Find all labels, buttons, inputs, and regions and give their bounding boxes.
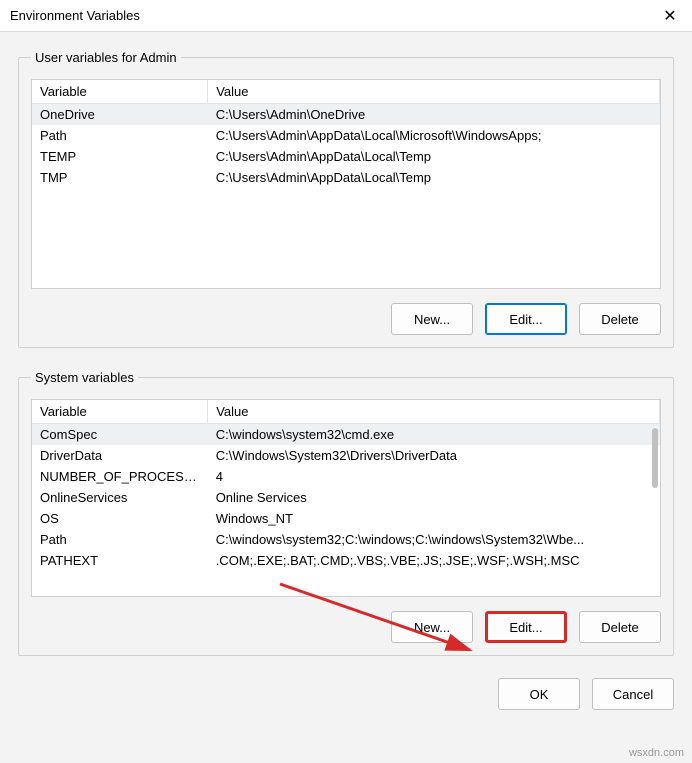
- cell-variable: Path: [32, 529, 208, 550]
- cell-value: C:\Users\Admin\AppData\Local\Microsoft\W…: [208, 125, 660, 146]
- table-row[interactable]: PATHEXT.COM;.EXE;.BAT;.CMD;.VBS;.VBE;.JS…: [32, 550, 660, 571]
- col-header-value[interactable]: Value: [208, 80, 660, 104]
- system-variables-legend: System variables: [31, 370, 138, 385]
- table-row[interactable]: PathC:\Users\Admin\AppData\Local\Microso…: [32, 125, 660, 146]
- scrollbar-thumb[interactable]: [652, 428, 658, 488]
- cell-value: C:\Users\Admin\OneDrive: [208, 104, 660, 126]
- user-new-button[interactable]: New...: [391, 303, 473, 335]
- system-variables-table-wrap: Variable Value ComSpecC:\windows\system3…: [31, 399, 661, 597]
- table-row[interactable]: TMPC:\Users\Admin\AppData\Local\Temp: [32, 167, 660, 188]
- cell-variable: OnlineServices: [32, 487, 208, 508]
- table-row[interactable]: TEMPC:\Users\Admin\AppData\Local\Temp: [32, 146, 660, 167]
- user-edit-button[interactable]: Edit...: [485, 303, 567, 335]
- cell-value: C:\windows\system32\cmd.exe: [208, 424, 660, 446]
- cell-variable: Path: [32, 125, 208, 146]
- system-variables-table[interactable]: Variable Value ComSpecC:\windows\system3…: [32, 400, 660, 571]
- cell-value: 4: [208, 466, 660, 487]
- table-row[interactable]: OSWindows_NT: [32, 508, 660, 529]
- system-new-button[interactable]: New...: [391, 611, 473, 643]
- window-title: Environment Variables: [10, 8, 140, 23]
- table-row[interactable]: PathC:\windows\system32;C:\windows;C:\wi…: [32, 529, 660, 550]
- cancel-button[interactable]: Cancel: [592, 678, 674, 710]
- cell-value: Windows_NT: [208, 508, 660, 529]
- watermark: wsxdn.com: [629, 747, 684, 759]
- col-header-variable[interactable]: Variable: [32, 80, 208, 104]
- cell-value: C:\Users\Admin\AppData\Local\Temp: [208, 146, 660, 167]
- system-delete-button[interactable]: Delete: [579, 611, 661, 643]
- ok-button[interactable]: OK: [498, 678, 580, 710]
- table-row[interactable]: NUMBER_OF_PROCESSORS4: [32, 466, 660, 487]
- cell-variable: DriverData: [32, 445, 208, 466]
- cell-value: C:\Users\Admin\AppData\Local\Temp: [208, 167, 660, 188]
- cell-value: C:\windows\system32;C:\windows;C:\window…: [208, 529, 660, 550]
- table-row[interactable]: OnlineServicesOnline Services: [32, 487, 660, 508]
- cell-value: Online Services: [208, 487, 660, 508]
- cell-variable: TEMP: [32, 146, 208, 167]
- cell-value: C:\Windows\System32\Drivers\DriverData: [208, 445, 660, 466]
- cell-variable: TMP: [32, 167, 208, 188]
- user-variables-legend: User variables for Admin: [31, 50, 181, 65]
- cell-variable: NUMBER_OF_PROCESSORS: [32, 466, 208, 487]
- table-row[interactable]: OneDriveC:\Users\Admin\OneDrive: [32, 104, 660, 126]
- user-variables-table-wrap: Variable Value OneDriveC:\Users\Admin\On…: [31, 79, 661, 289]
- cell-variable: PATHEXT: [32, 550, 208, 571]
- cell-variable: OS: [32, 508, 208, 529]
- col-header-value[interactable]: Value: [208, 400, 660, 424]
- cell-variable: OneDrive: [32, 104, 208, 126]
- cell-variable: ComSpec: [32, 424, 208, 446]
- close-icon[interactable]: ✕: [656, 2, 684, 30]
- table-row[interactable]: DriverDataC:\Windows\System32\Drivers\Dr…: [32, 445, 660, 466]
- col-header-variable[interactable]: Variable: [32, 400, 208, 424]
- system-edit-button[interactable]: Edit...: [485, 611, 567, 643]
- titlebar: Environment Variables ✕: [0, 0, 692, 32]
- user-variables-table[interactable]: Variable Value OneDriveC:\Users\Admin\On…: [32, 80, 660, 188]
- table-row[interactable]: ComSpecC:\windows\system32\cmd.exe: [32, 424, 660, 446]
- user-variables-group: User variables for Admin Variable Value …: [18, 50, 674, 348]
- cell-value: .COM;.EXE;.BAT;.CMD;.VBS;.VBE;.JS;.JSE;.…: [208, 550, 660, 571]
- user-delete-button[interactable]: Delete: [579, 303, 661, 335]
- system-variables-group: System variables Variable Value ComSpecC…: [18, 370, 674, 656]
